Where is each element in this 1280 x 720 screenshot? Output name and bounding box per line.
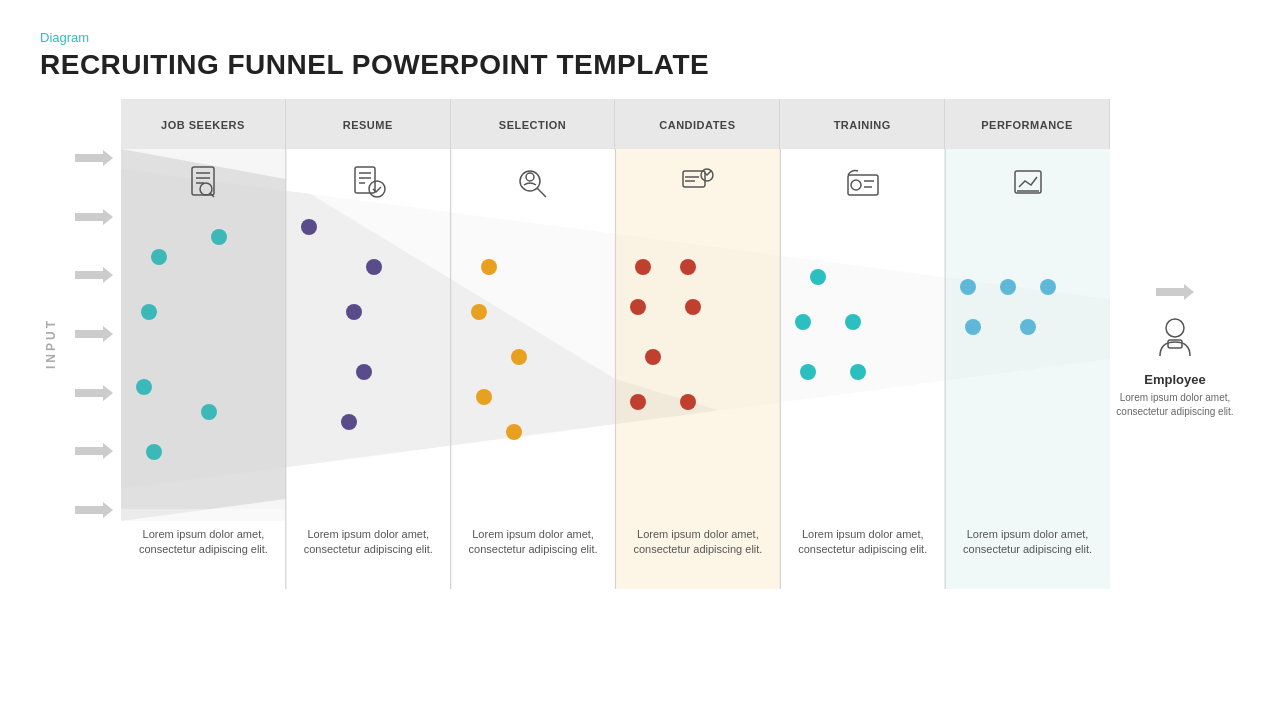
col-footer-resume: Lorem ipsum dolor amet, consectetur adip… bbox=[286, 521, 451, 589]
col-training: TRAINING bbox=[780, 99, 945, 589]
col-footer-performance: Lorem ipsum dolor amet, consectetur adip… bbox=[945, 521, 1110, 589]
page-title: RECRUITING FUNNEL POWERPOINT TEMPLATE bbox=[40, 49, 1240, 81]
diagram-label: Diagram bbox=[40, 30, 1240, 45]
svg-point-43 bbox=[1166, 319, 1184, 337]
col-body-performance bbox=[945, 149, 1110, 521]
col-body-training bbox=[780, 149, 945, 521]
employee-arrow bbox=[1156, 284, 1194, 304]
svg-point-31 bbox=[526, 173, 534, 181]
arrow-5 bbox=[75, 385, 113, 401]
svg-marker-42 bbox=[1156, 284, 1194, 300]
col-header-job-seekers: JOB SEEKERS bbox=[121, 99, 286, 149]
employee-label: Employee bbox=[1144, 372, 1205, 387]
col-header-candidates: CANDIDATES bbox=[615, 99, 780, 149]
col-footer-job-seekers: Lorem ipsum dolor amet, consectetur adip… bbox=[121, 521, 286, 589]
arrow-4 bbox=[75, 326, 113, 342]
svg-point-37 bbox=[851, 180, 861, 190]
svg-marker-3 bbox=[75, 326, 113, 342]
arrows-column bbox=[66, 99, 121, 589]
col-resume: RESUME bbox=[286, 99, 451, 589]
col-footer-candidates: Lorem ipsum dolor amet, consectetur adip… bbox=[615, 521, 780, 589]
col-body-job-seekers bbox=[121, 149, 286, 521]
arrow-6 bbox=[75, 443, 113, 459]
col-header-training: TRAINING bbox=[780, 99, 945, 149]
col-body-selection bbox=[451, 149, 616, 521]
col-performance: PERFORMANCE Lor bbox=[945, 99, 1110, 589]
svg-rect-40 bbox=[1015, 171, 1041, 193]
col-footer-training: Lorem ipsum dolor amet, consectetur adip… bbox=[780, 521, 945, 589]
svg-rect-36 bbox=[848, 175, 878, 195]
svg-rect-44 bbox=[1168, 340, 1182, 348]
col-selection: SELECTION bbox=[451, 99, 616, 589]
col-candidates: CANDIDATES bbox=[615, 99, 780, 589]
col-footer-selection: Lorem ipsum dolor amet, consectetur adip… bbox=[451, 521, 616, 589]
arrow-1 bbox=[75, 150, 113, 166]
funnel-columns: JOB SEEKERS bbox=[121, 99, 1110, 589]
col-header-resume: RESUME bbox=[286, 99, 451, 149]
svg-point-25 bbox=[369, 181, 385, 197]
arrow-7 bbox=[75, 502, 113, 518]
col-job-seekers: JOB SEEKERS bbox=[121, 99, 286, 589]
svg-marker-1 bbox=[75, 209, 113, 225]
col-header-selection: SELECTION bbox=[451, 99, 616, 149]
arrow-3 bbox=[75, 267, 113, 283]
arrow-2 bbox=[75, 209, 113, 225]
employee-icon bbox=[1150, 312, 1200, 366]
svg-marker-6 bbox=[75, 502, 113, 518]
col-body-candidates bbox=[615, 149, 780, 521]
input-label: INPUT bbox=[40, 99, 62, 589]
employee-section: Employee Lorem ipsum dolor amet, consect… bbox=[1110, 99, 1240, 589]
svg-rect-18 bbox=[192, 167, 214, 195]
svg-marker-5 bbox=[75, 443, 113, 459]
col-body-resume bbox=[286, 149, 451, 521]
svg-line-30 bbox=[537, 188, 546, 197]
col-header-performance: PERFORMANCE bbox=[945, 99, 1110, 149]
svg-marker-4 bbox=[75, 385, 113, 401]
employee-description: Lorem ipsum dolor amet, consectetur adip… bbox=[1110, 391, 1240, 419]
svg-marker-2 bbox=[75, 267, 113, 283]
svg-marker-0 bbox=[75, 150, 113, 166]
svg-rect-24 bbox=[355, 167, 375, 193]
